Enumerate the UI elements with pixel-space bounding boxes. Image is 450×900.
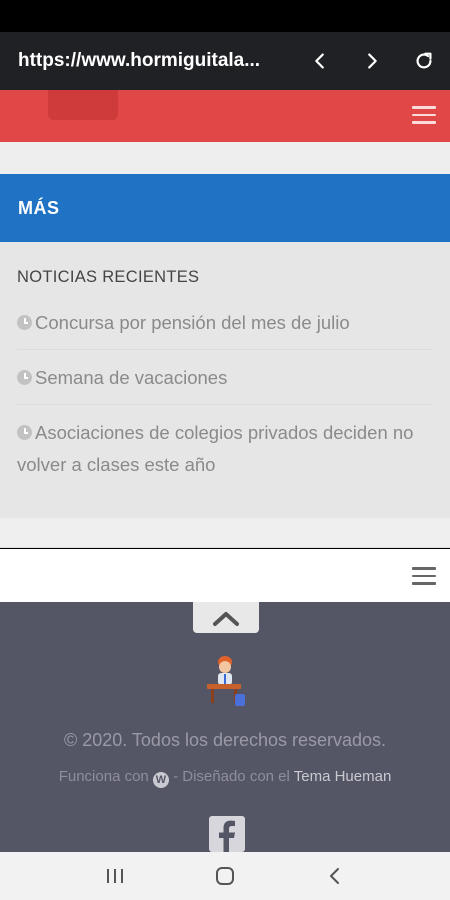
powered-by: Funciona con W - Diseñado con el Tema Hu… xyxy=(0,768,450,788)
facebook-icon xyxy=(219,820,235,852)
mascot-logo xyxy=(207,656,245,706)
spacer xyxy=(0,518,450,548)
forward-icon xyxy=(368,53,377,69)
section-header: MÁS xyxy=(0,174,450,242)
clock-icon xyxy=(17,425,32,440)
recent-posts-widget: NOTICIAS RECIENTES Concursa por pensión … xyxy=(0,242,450,518)
recent-apps-button[interactable] xyxy=(90,856,140,896)
designed-text: - Diseñado con el xyxy=(173,768,290,785)
chevron-up-icon xyxy=(213,611,239,626)
reload-icon xyxy=(416,52,432,69)
widget-title: NOTICIAS RECIENTES xyxy=(17,268,200,286)
back-nav-button[interactable] xyxy=(310,856,360,896)
menu-icon[interactable] xyxy=(412,106,436,126)
back-nav-icon xyxy=(330,868,339,884)
back-button[interactable] xyxy=(294,32,346,90)
site-logo[interactable] xyxy=(48,90,118,120)
list-item[interactable]: Asociaciones de colegios privados decide… xyxy=(17,417,432,491)
url-field[interactable]: https://www.hormiguitala... xyxy=(18,50,294,72)
back-icon xyxy=(315,53,324,69)
site-footer: © 2020. Todos los derechos reservados. F… xyxy=(0,602,450,852)
theme-link[interactable]: Tema Hueman xyxy=(294,768,392,785)
back-to-top-button[interactable] xyxy=(193,602,259,633)
footer-nav-bar xyxy=(0,549,450,602)
forward-button[interactable] xyxy=(346,32,398,90)
site-header xyxy=(0,90,450,142)
clock-icon xyxy=(17,370,32,385)
reload-button[interactable] xyxy=(398,32,450,90)
facebook-button[interactable] xyxy=(209,816,245,852)
post-link[interactable]: Asociaciones de colegios privados decide… xyxy=(17,422,413,475)
menu-icon[interactable] xyxy=(412,567,436,587)
list-item[interactable]: Semana de vacaciones xyxy=(17,362,432,405)
system-nav-bar xyxy=(0,852,450,900)
home-icon xyxy=(216,867,234,885)
spacer xyxy=(0,142,450,174)
section-title: MÁS xyxy=(18,197,60,218)
browser-toolbar: https://www.hormiguitala... xyxy=(0,32,450,90)
post-link[interactable]: Semana de vacaciones xyxy=(35,367,227,388)
post-link[interactable]: Concursa por pensión del mes de julio xyxy=(35,312,350,333)
recent-apps-icon xyxy=(107,869,123,883)
home-button[interactable] xyxy=(200,856,250,896)
status-bar xyxy=(0,0,450,32)
wordpress-icon[interactable]: W xyxy=(152,772,169,788)
list-item[interactable]: Concursa por pensión del mes de julio xyxy=(17,307,432,350)
clock-icon xyxy=(17,315,32,330)
copyright-text: © 2020. Todos los derechos reservados. xyxy=(63,730,387,750)
powered-prefix: Funciona con xyxy=(58,768,149,785)
